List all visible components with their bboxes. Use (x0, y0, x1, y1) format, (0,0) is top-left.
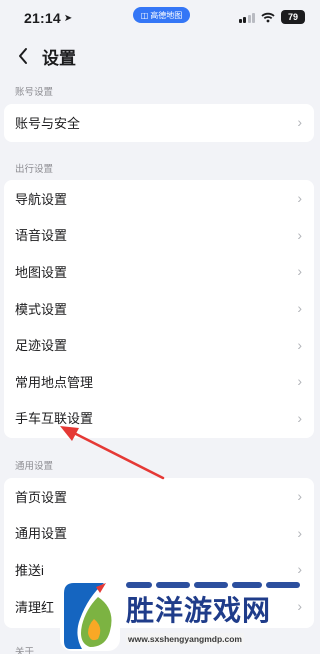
wifi-icon (261, 12, 275, 22)
chevron-right-icon: › (297, 524, 302, 541)
section-header-general: 通用设置 (15, 461, 54, 472)
chevron-right-icon: › (297, 373, 302, 390)
row-label: 首页设置 (15, 489, 68, 505)
settings-row-frequent-places[interactable]: 常用地点管理 › (4, 363, 314, 400)
settings-row-account-security[interactable]: 账号与安全 › (4, 104, 314, 141)
row-label: 账号与安全 (15, 115, 81, 131)
chevron-left-icon (19, 48, 27, 64)
settings-row-phone-car-link[interactable]: 手车互联设置 › (4, 400, 314, 437)
chevron-right-icon: › (297, 190, 302, 207)
watermark-overlay: 胜洋游戏网 www.sxshengyangmdp.com (60, 577, 312, 653)
chevron-right-icon: › (297, 409, 302, 426)
chevron-right-icon: › (297, 114, 302, 131)
app-indicator-pill[interactable]: ◫ 高德地图 (133, 7, 190, 23)
status-indicators: 79 (238, 10, 305, 24)
chevron-right-icon: › (297, 226, 302, 243)
card-account-settings: 账号与安全 › (4, 104, 314, 142)
battery-icon: 79 (281, 10, 305, 24)
row-label: 通用设置 (15, 526, 68, 542)
app-pill-label: 高德地图 (150, 10, 183, 20)
settings-row-map[interactable]: 地图设置 › (4, 253, 314, 290)
row-label: 模式设置 (15, 301, 68, 317)
section-header-travel: 出行设置 (15, 164, 54, 175)
settings-row-navigation[interactable]: 导航设置 › (4, 180, 314, 217)
row-label: 手车互联设置 (15, 411, 94, 427)
watermark-title: 胜洋游戏网 (126, 594, 272, 627)
battery-level: 79 (287, 12, 298, 22)
settings-row-mode[interactable]: 模式设置 › (4, 290, 314, 327)
location-arrow-icon: ➤ (63, 12, 73, 24)
row-label: 足迹设置 (15, 338, 68, 354)
section-header-account: 账号设置 (15, 87, 54, 98)
section-header-about: 关于 (15, 647, 35, 654)
page-title: 设置 (42, 48, 76, 68)
cellular-signal-icon (238, 12, 255, 23)
settings-row-home-page[interactable]: 首页设置 › (4, 478, 314, 515)
row-label: 常用地点管理 (15, 374, 94, 390)
navigation-bar: 设置 (0, 36, 317, 76)
settings-row-voice[interactable]: 语音设置 › (4, 217, 314, 254)
chevron-right-icon: › (297, 300, 302, 317)
watermark-logo-icon (60, 579, 120, 651)
chevron-right-icon: › (297, 488, 302, 505)
status-time: 21:14 (24, 10, 61, 26)
row-label: 推送i (15, 562, 44, 578)
row-label: 地图设置 (15, 264, 68, 280)
back-button[interactable] (4, 36, 42, 76)
watermark-url: www.sxshengyangmdp.com (126, 633, 244, 645)
chevron-right-icon: › (297, 263, 302, 280)
card-travel-settings: 导航设置 › 语音设置 › 地图设置 › 模式设置 › 足迹设置 › 常用地点管… (4, 180, 314, 438)
row-label: 导航设置 (15, 191, 68, 207)
chevron-right-icon: › (297, 561, 302, 578)
map-app-icon: ◫ (140, 10, 149, 20)
row-label: 清理红 (15, 599, 55, 615)
settings-row-footprint[interactable]: 足迹设置 › (4, 326, 314, 363)
settings-row-general[interactable]: 通用设置 › (4, 515, 314, 552)
chevron-right-icon: › (297, 336, 302, 353)
row-label: 语音设置 (15, 228, 68, 244)
